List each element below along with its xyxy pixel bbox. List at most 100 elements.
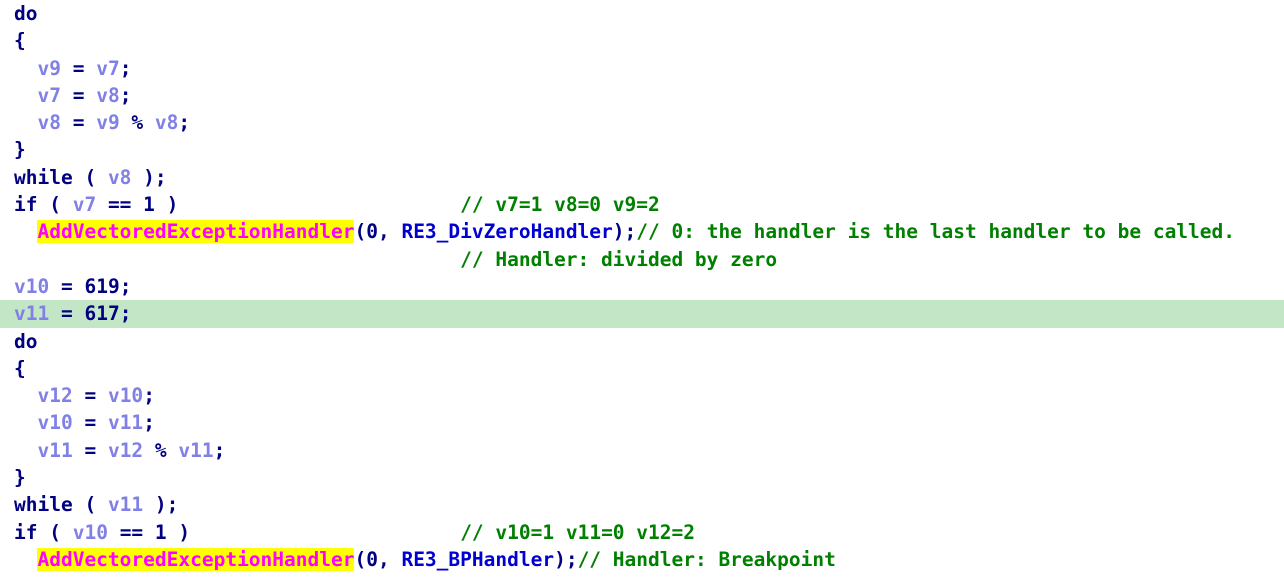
variable-rhs[interactable]: v8 (96, 84, 119, 107)
paren-open: ( (72, 493, 108, 517)
modulo-operator: % (143, 438, 179, 462)
brace-close: } (14, 138, 26, 162)
variable-lhs[interactable]: v8 (37, 111, 60, 134)
variable-rhs[interactable]: v10 (108, 384, 143, 407)
variable-operand-b[interactable]: v11 (178, 439, 213, 462)
paren-close: ) (154, 193, 179, 217)
variable-lhs[interactable]: v10 (14, 275, 49, 298)
number-literal: 1 (154, 520, 167, 544)
argument-first: 0 (366, 547, 378, 571)
code-line[interactable]: while ( v11 ); (0, 491, 1284, 518)
comment: // v10=1 v11=0 v12=2 (460, 520, 695, 544)
paren-open: ( (72, 165, 108, 189)
paren-close: ) (166, 520, 191, 544)
semicolon: ; (119, 302, 132, 326)
code-line[interactable]: v9 = v7; (0, 55, 1284, 82)
assign-operator: = (72, 438, 108, 462)
code-line[interactable]: } (0, 136, 1284, 163)
number-literal: 619 (84, 274, 120, 298)
function-call-addvectoredexceptionhandler[interactable]: AddVectoredExceptionHandler (37, 547, 355, 571)
keyword-while: while (14, 493, 73, 517)
assign-operator: = (60, 56, 97, 80)
paren-close: ); (612, 220, 637, 244)
pseudocode-view[interactable]: do { v9 = v7; v7 = v8; v8 = v9 % v8; } w… (0, 0, 1284, 580)
variable-operand-b[interactable]: v8 (155, 111, 178, 134)
code-line-current[interactable]: v11 = 617; (0, 300, 1284, 328)
code-line[interactable]: { (0, 27, 1284, 54)
variable-lhs[interactable]: v9 (37, 57, 60, 80)
assign-operator: = (60, 83, 97, 107)
comment: // v7=1 v8=0 v9=2 (460, 193, 660, 217)
argument-handler-symbol[interactable]: RE3_BPHandler (401, 548, 554, 571)
paren-close: ); (131, 165, 167, 189)
code-line[interactable]: if ( v10 == 1 ) // v10=1 v11=0 v12=2 (0, 519, 1284, 546)
comma: , (377, 547, 402, 571)
code-line[interactable]: AddVectoredExceptionHandler(0, RE3_BPHan… (0, 546, 1284, 573)
variable-operand-a[interactable]: v12 (108, 439, 143, 462)
code-line[interactable]: do (0, 0, 1284, 27)
semicolon: ; (143, 411, 155, 435)
code-line[interactable]: { (0, 355, 1284, 382)
variable-condition[interactable]: v8 (108, 166, 131, 189)
code-line[interactable]: v7 = v8; (0, 82, 1284, 109)
variable-lhs[interactable]: v7 (37, 84, 60, 107)
keyword-do: do (14, 2, 38, 25)
brace-open: { (14, 29, 26, 53)
code-line[interactable]: do (0, 328, 1284, 355)
variable-lhs[interactable]: v12 (37, 384, 72, 407)
paren-open: ( (354, 547, 367, 571)
assign-operator: = (49, 274, 85, 298)
comment: // Handler: Breakpoint (577, 547, 836, 571)
variable-condition[interactable]: v11 (108, 493, 143, 516)
assign-operator: = (49, 302, 85, 326)
variable-rhs[interactable]: v7 (96, 57, 119, 80)
equality-operator: == (107, 520, 155, 544)
keyword-if: if (14, 520, 38, 544)
code-line[interactable]: AddVectoredExceptionHandler(0, RE3_DivZe… (0, 218, 1284, 245)
paren-close: ); (554, 547, 578, 571)
variable-lhs[interactable]: v11 (37, 439, 72, 462)
number-literal: 1 (143, 193, 155, 217)
assign-operator: = (72, 384, 108, 408)
code-line[interactable]: // Handler: divided by zero (0, 246, 1284, 273)
function-call-addvectoredexceptionhandler[interactable]: AddVectoredExceptionHandler (37, 220, 355, 244)
variable-lhs[interactable]: v11 (14, 302, 49, 325)
modulo-operator: % (119, 111, 155, 135)
code-line[interactable]: v10 = v11; (0, 409, 1284, 436)
variable-condition[interactable]: v7 (73, 193, 96, 216)
assign-operator: = (72, 411, 108, 435)
semicolon: ; (119, 274, 132, 298)
code-line[interactable]: v12 = v10; (0, 382, 1284, 409)
comma: , (377, 220, 402, 244)
brace-close: } (14, 466, 26, 490)
variable-rhs[interactable]: v11 (108, 411, 143, 434)
keyword-do: do (14, 329, 38, 353)
keyword-while: while (14, 165, 73, 189)
variable-operand-a[interactable]: v9 (96, 111, 119, 134)
code-line[interactable]: while ( v8 ); (0, 164, 1284, 191)
argument-handler-symbol[interactable]: RE3_DivZeroHandler (401, 220, 612, 243)
comment: // Handler: divided by zero (460, 247, 778, 271)
code-line[interactable]: v10 = 619; (0, 273, 1284, 300)
comment: // 0: the handler is the last handler to… (636, 220, 1236, 244)
paren-close: ); (143, 493, 179, 517)
code-line[interactable]: if ( v7 == 1 ) // v7=1 v8=0 v9=2 (0, 191, 1284, 218)
variable-condition[interactable]: v10 (73, 521, 108, 544)
keyword-if: if (14, 193, 38, 217)
code-line[interactable]: } (0, 464, 1284, 491)
variable-lhs[interactable]: v10 (37, 411, 72, 434)
semicolon: ; (119, 56, 132, 80)
semicolon: ; (143, 384, 155, 408)
paren-open: ( (37, 193, 73, 217)
code-line[interactable]: v8 = v9 % v8; (0, 109, 1284, 136)
code-line[interactable]: v11 = v12 % v11; (0, 437, 1284, 464)
